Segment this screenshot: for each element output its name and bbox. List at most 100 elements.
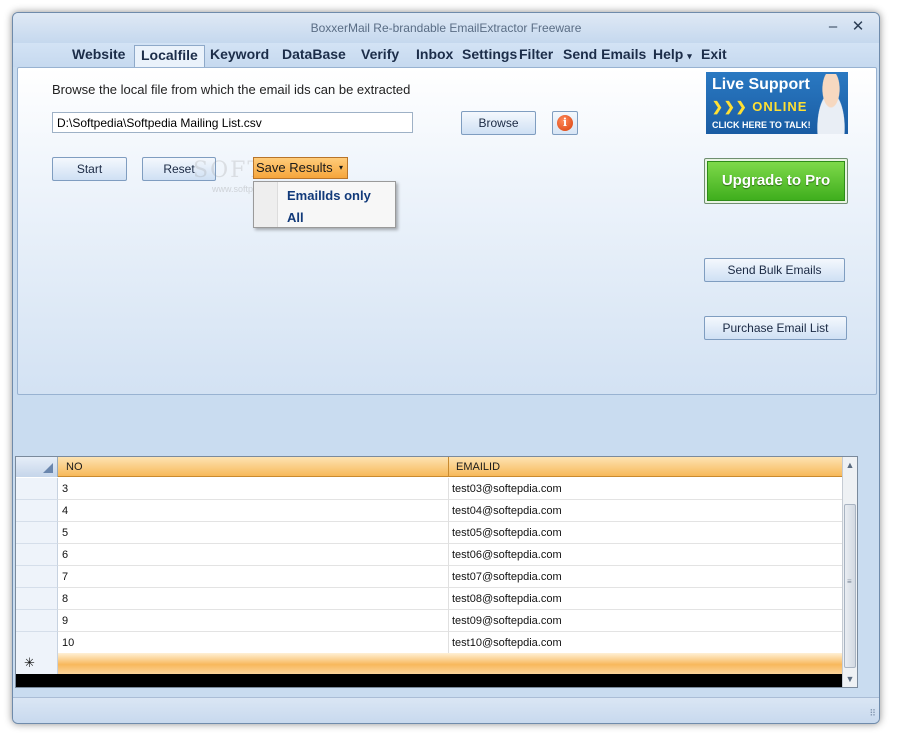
results-grid[interactable]: NO EMAILID 3 test03@softepdia.com 4 test… [15,456,858,688]
support-agent-icon [810,74,848,134]
file-path-input[interactable] [52,112,413,133]
cell-divider [448,588,449,610]
info-button[interactable]: i [552,111,578,135]
info-icon: i [557,115,573,131]
title-bar[interactable]: BoxxerMail Re-brandable EmailExtractor F… [13,13,879,43]
table-row[interactable]: 4 test04@softepdia.com [16,500,842,522]
save-option-emailids-only[interactable]: EmailIds only [287,188,371,203]
menu-inbox[interactable]: Inbox [416,46,453,62]
menu-settings[interactable]: Settings [462,46,517,62]
cell-divider [448,500,449,522]
cell-no: 3 [62,483,69,495]
new-row[interactable]: ✳ [16,653,842,674]
menu-exit[interactable]: Exit [701,46,727,62]
status-bar: ⠿ [13,697,879,723]
new-row-header[interactable]: ✳ [16,653,58,674]
table-row[interactable]: 6 test06@softepdia.com [16,544,842,566]
column-divider [448,457,449,477]
menu-website[interactable]: Website [72,46,125,62]
menu-filter[interactable]: Filter [519,46,553,62]
menu-gutter [254,182,278,227]
save-results-dropdown[interactable]: Save Results ▾ [253,157,348,179]
menu-help-label: Help [653,46,684,62]
chevron-down-icon: ▾ [687,51,692,61]
menu-localfile[interactable]: Localfile [134,45,205,68]
grid-header: NO EMAILID [16,457,842,477]
asterisk-icon: ✳ [24,655,35,670]
start-button[interactable]: Start [52,157,127,181]
menu-keyword[interactable]: Keyword [210,46,269,62]
vertical-scrollbar[interactable]: ▲ ≡ ▼ [842,457,857,687]
grid-empty-area [16,674,842,687]
cell-email: test03@softepdia.com [452,483,562,495]
browse-label: Browse the local file from which the ema… [52,82,411,97]
row-header[interactable] [16,588,58,610]
cell-divider [448,610,449,632]
row-header[interactable] [16,544,58,566]
live-support-status: ❯❯❯ ONLINE [712,99,808,114]
cell-divider [448,522,449,544]
table-row[interactable]: 8 test08@softepdia.com [16,588,842,610]
table-row[interactable]: 3 test03@softepdia.com [16,478,842,500]
cell-no: 6 [62,549,69,561]
menu-database[interactable]: DataBase [282,46,346,62]
scroll-down-icon[interactable]: ▼ [843,671,857,687]
corner-triangle-icon [43,463,53,473]
menu-help[interactable]: Help ▾ [653,46,692,62]
send-bulk-emails-button[interactable]: Send Bulk Emails [704,258,845,282]
select-all-cell[interactable] [16,457,58,477]
cell-no: 4 [62,505,69,517]
chevron-down-icon: ▾ [338,163,343,172]
cell-email: test05@softepdia.com [452,527,562,539]
cell-no: 10 [62,637,75,649]
cell-no: 7 [62,571,69,583]
live-support-banner[interactable]: Live Support ❯❯❯ ONLINE CLICK HERE TO TA… [706,72,848,134]
cell-email: test09@softepdia.com [452,615,562,627]
table-row[interactable]: 5 test05@softepdia.com [16,522,842,544]
grip-icon: ≡ [847,577,852,586]
cell-no: 5 [62,527,69,539]
cell-email: test08@softepdia.com [452,593,562,605]
table-row[interactable]: 7 test07@softepdia.com [16,566,842,588]
upgrade-to-pro-button[interactable]: Upgrade to Pro [704,158,848,204]
resize-grip-icon[interactable]: ⠿ [869,708,876,719]
save-option-all[interactable]: All [287,210,304,225]
scroll-thumb[interactable]: ≡ [844,504,856,668]
window-title: BoxxerMail Re-brandable EmailExtractor F… [310,21,582,35]
cell-email: test06@softepdia.com [452,549,562,561]
cell-email: test10@softepdia.com [452,637,562,649]
live-support-cta: CLICK HERE TO TALK! [712,120,811,130]
row-header[interactable] [16,610,58,632]
row-header[interactable] [16,632,58,654]
cell-divider [448,566,449,588]
live-support-title: Live Support [712,76,810,93]
close-button[interactable]: ✕ [845,17,871,37]
column-header-no[interactable]: NO [66,461,83,473]
menu-send-emails[interactable]: Send Emails [563,46,646,62]
save-results-menu: EmailIds only All [253,181,396,228]
cell-no: 9 [62,615,69,627]
menu-bar: Website Localfile Keyword DataBase Verif… [13,43,879,68]
row-header[interactable] [16,500,58,522]
table-row[interactable]: 9 test09@softepdia.com [16,610,842,632]
column-header-emailid[interactable]: EMAILID [456,461,500,473]
menu-verify[interactable]: Verify [361,46,399,62]
app-window: BoxxerMail Re-brandable EmailExtractor F… [12,12,880,724]
cell-no: 8 [62,593,69,605]
row-header[interactable] [16,566,58,588]
row-header[interactable] [16,522,58,544]
minimize-button[interactable]: – [820,17,846,37]
scroll-up-icon[interactable]: ▲ [843,457,857,473]
localfile-panel: Browse the local file from which the ema… [17,67,877,395]
cell-email: test07@softepdia.com [452,571,562,583]
row-header[interactable] [16,478,58,500]
browse-button[interactable]: Browse [461,111,536,135]
upgrade-label: Upgrade to Pro [707,161,845,201]
table-row[interactable]: 10 test10@softepdia.com [16,632,842,654]
save-results-label: Save Results [256,160,333,175]
cell-divider [448,632,449,654]
cell-email: test04@softepdia.com [452,505,562,517]
purchase-email-list-button[interactable]: Purchase Email List [704,316,847,340]
cell-divider [448,544,449,566]
cell-divider [448,478,449,500]
